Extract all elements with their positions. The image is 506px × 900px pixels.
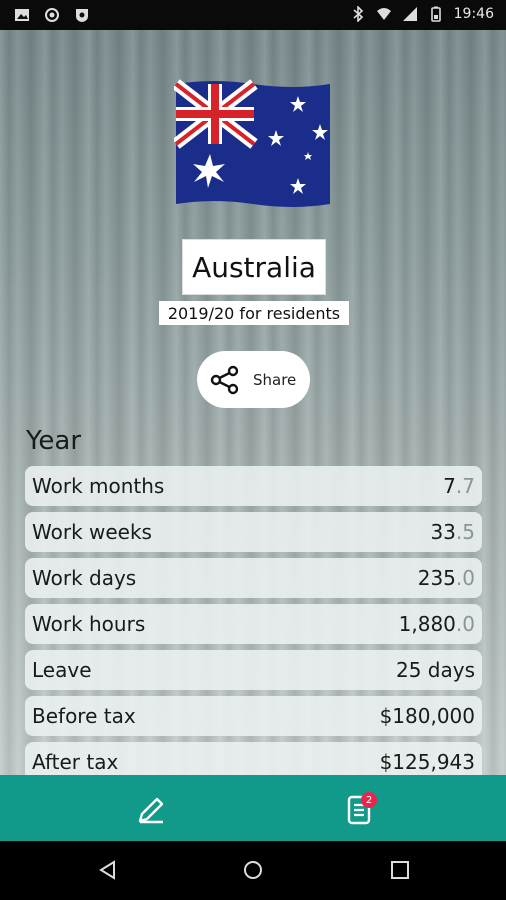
record-icon [45,8,59,22]
row-label: Work days [32,566,137,590]
section-title: Year [26,426,82,456]
row-value: $125,943 [379,750,475,774]
row-label: After tax [32,750,119,774]
home-icon[interactable] [243,860,263,880]
value-decimal: .5 [455,520,475,544]
row-value: 235.0 [417,566,475,590]
row-label: Before tax [32,704,136,728]
row-value: 33.5 [430,520,475,544]
row-value: 7.7 [443,474,475,498]
pencil-icon [138,797,164,824]
row-value: 25 days [395,658,475,682]
row-label: Work weeks [32,520,152,544]
edit-tab[interactable] [134,793,168,827]
row-value: $180,000 [379,704,475,728]
shield-icon [76,9,88,22]
bottom-navigation [0,775,506,841]
notification-badge: 2 [361,792,377,808]
status-time: 19:46 [453,6,494,22]
back-icon[interactable] [98,860,118,880]
wifi-icon [376,8,391,20]
value-decimal: .0 [455,612,475,636]
year-stats-list: Work months 7.7 Work weeks 33.5 Work days 2… [25,466,482,788]
battery-icon [430,6,441,22]
list-item[interactable]: Leave 25 days [25,650,482,690]
share-icon [210,365,239,394]
list-item[interactable]: Work weeks 33.5 [25,512,482,552]
row-label: Work months [32,474,165,498]
share-button[interactable]: Share [197,351,310,408]
tax-year-subtitle: 2019/20 for residents [159,301,349,325]
row-value: 1,880.0 [398,612,475,636]
share-label: Share [253,370,297,389]
list-item[interactable]: Work months 7.7 [25,466,482,506]
row-label: Leave [32,658,92,682]
australia-flag [174,79,330,207]
image-icon [15,9,29,21]
bluetooth-icon [353,6,363,22]
list-item[interactable]: Before tax $180,000 [25,696,482,736]
value-decimal: .7 [455,474,475,498]
list-item[interactable]: Work hours 1,880.0 [25,604,482,644]
value-decimal: .0 [455,566,475,590]
country-name: Australia [182,239,326,295]
system-navigation-bar [0,841,506,900]
row-label: Work hours [32,612,146,636]
status-bar: 19:46 [0,0,506,30]
recents-icon[interactable] [390,860,410,880]
list-item[interactable]: Work days 235.0 [25,558,482,598]
signal-icon [402,7,417,21]
